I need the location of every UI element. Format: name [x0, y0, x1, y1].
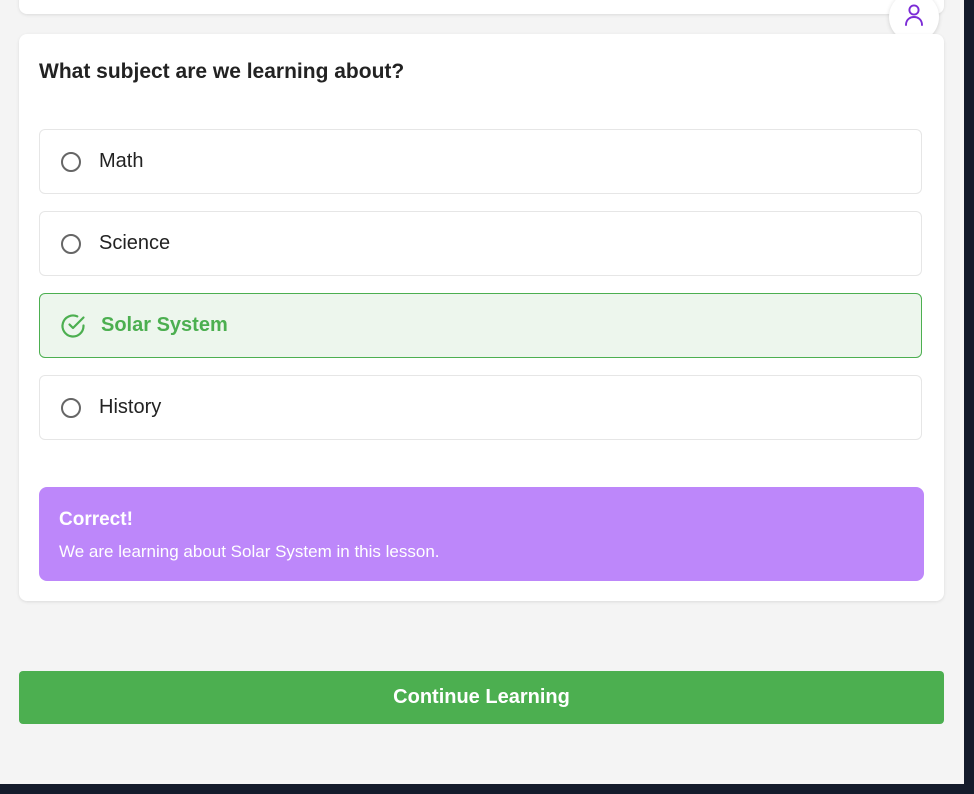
option-solar-system[interactable]: Solar System: [39, 293, 922, 358]
feedback-banner: Correct! We are learning about Solar Sys…: [39, 487, 924, 581]
question-title: What subject are we learning about?: [39, 60, 405, 83]
previous-card: [19, 0, 944, 14]
quiz-card: What subject are we learning about? Math…: [19, 34, 944, 601]
radio-circle-icon: [61, 397, 81, 418]
user-icon: [903, 3, 925, 32]
option-label: Math: [99, 150, 144, 172]
radio-circle-icon: [61, 151, 81, 172]
radio-circle-icon: [61, 233, 81, 254]
option-science[interactable]: Science: [39, 211, 922, 276]
feedback-message: We are learning about Solar System in th…: [59, 542, 440, 561]
option-label: History: [99, 396, 162, 418]
check-circle-icon: [60, 313, 86, 339]
app-page: What subject are we learning about? Math…: [0, 0, 964, 784]
option-label: Solar System: [101, 314, 228, 336]
option-label: Science: [99, 232, 171, 254]
continue-learning-button[interactable]: Continue Learning: [19, 671, 944, 724]
feedback-title: Correct!: [59, 509, 133, 530]
option-math[interactable]: Math: [39, 129, 922, 194]
option-history[interactable]: History: [39, 375, 922, 440]
